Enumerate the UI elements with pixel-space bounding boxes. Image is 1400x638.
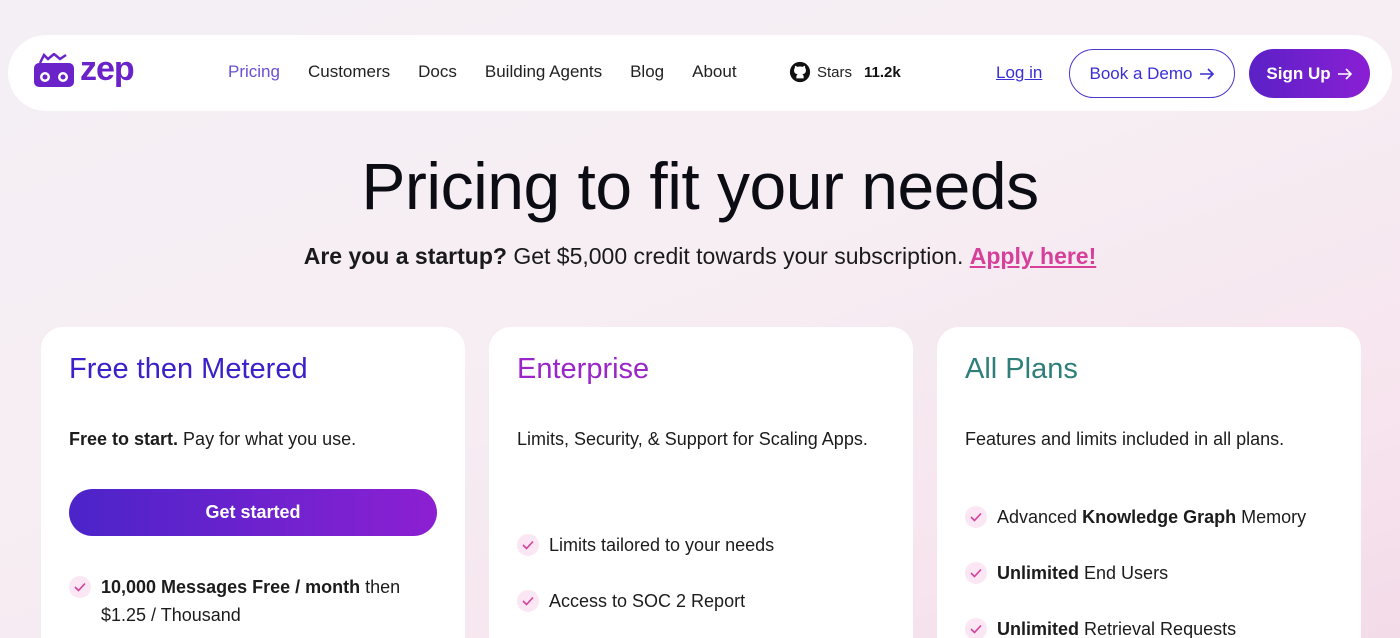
plan-feature-text: 10,000 Messages Free / month then $1.25 … — [101, 573, 449, 629]
stars-count: 11.2k — [864, 63, 901, 81]
feature-bold: Knowledge Graph — [1082, 507, 1237, 527]
github-icon — [789, 61, 811, 83]
feature-pre: Advanced — [997, 507, 1078, 527]
nav-link-docs[interactable]: Docs — [418, 62, 457, 82]
plan-card-all-plans: All Plans Features and limits included i… — [937, 327, 1361, 638]
plan-title: Free then Metered — [69, 353, 308, 385]
stars-label: Stars — [817, 63, 853, 81]
plan-feature-text: Unlimited Retrieval Requests — [997, 615, 1236, 638]
feature-bold: Unlimited — [997, 619, 1080, 638]
book-demo-label: Book a Demo — [1089, 63, 1193, 83]
nav-link-customers[interactable]: Customers — [308, 62, 390, 82]
startup-text: Get $5,000 credit towards your subscript… — [513, 243, 964, 269]
check-icon — [517, 534, 539, 556]
plan-feature-text: Advanced Knowledge Graph Memory — [997, 503, 1306, 531]
plan-feature: Limits tailored to your needs — [517, 531, 897, 559]
plan-feature: 10,000 Messages Free / month then $1.25 … — [69, 573, 449, 629]
plan-description: Features and limits included in all plan… — [965, 429, 1285, 449]
plan-description: Limits, Security, & Support for Scaling … — [517, 429, 868, 449]
nav-links: Pricing Customers Docs Building Agents B… — [228, 62, 737, 82]
startup-banner: Are you a startup? Get $5,000 credit tow… — [0, 243, 1400, 270]
book-demo-button[interactable]: Book a Demo — [1069, 49, 1235, 98]
plan-title: All Plans — [965, 353, 1078, 385]
feature-rest: Retrieval Requests — [1084, 619, 1237, 638]
nav-link-building-agents[interactable]: Building Agents — [485, 62, 602, 82]
check-icon — [965, 562, 987, 584]
check-icon — [965, 506, 987, 528]
nav-link-about[interactable]: About — [692, 62, 736, 82]
plan-card-free: Free then Metered Free to start. Pay for… — [41, 327, 465, 638]
sign-up-label: Sign Up — [1266, 63, 1331, 83]
zep-logo[interactable]: zep — [32, 50, 135, 89]
plan-description: Free to start. Pay for what you use. — [69, 425, 429, 453]
check-icon — [517, 590, 539, 612]
page-title: Pricing to fit your needs — [361, 149, 1039, 223]
plan-feature-text: Access to SOC 2 Report — [549, 591, 746, 611]
nav-link-blog[interactable]: Blog — [630, 62, 664, 82]
robot-logo-icon — [34, 53, 74, 87]
feature-rest: End Users — [1084, 563, 1169, 583]
plan-feature-text: Limits tailored to your needs — [549, 535, 775, 555]
plan-feature: Advanced Knowledge Graph Memory — [965, 503, 1345, 531]
plan-card-enterprise: Enterprise Limits, Security, & Support f… — [489, 327, 913, 638]
plan-feature-text: Unlimited End Users — [997, 559, 1168, 587]
feature-bold: 10,000 Messages Free / month — [101, 577, 361, 597]
plan-description-bold: Free to start. — [69, 429, 179, 449]
top-nav: zep Pricing Customers Docs Building Agen… — [8, 35, 1392, 111]
arrow-right-icon — [1199, 67, 1214, 80]
startup-question: Are you a startup? — [303, 243, 507, 269]
sign-up-button[interactable]: Sign Up — [1249, 49, 1370, 98]
get-started-button[interactable]: Get started — [69, 489, 437, 536]
nav-link-pricing[interactable]: Pricing — [228, 62, 280, 82]
logo-text: zep — [80, 50, 135, 88]
feature-rest: Memory — [1241, 507, 1307, 527]
github-stars-link[interactable]: Stars 11.2k — [789, 61, 901, 83]
plan-title: Enterprise — [517, 353, 650, 385]
apply-here-link[interactable]: Apply here! — [970, 243, 1097, 269]
feature-bold: Unlimited — [997, 563, 1080, 583]
check-icon — [69, 576, 91, 598]
plan-feature: Access to SOC 2 Report — [517, 587, 897, 615]
check-icon — [965, 618, 987, 638]
plan-feature: Unlimited End Users — [965, 559, 1345, 587]
arrow-right-icon — [1337, 67, 1352, 80]
login-link[interactable]: Log in — [996, 63, 1042, 83]
plan-feature: Unlimited Retrieval Requests — [965, 615, 1345, 638]
plan-description-text: Pay for what you use. — [183, 429, 357, 449]
